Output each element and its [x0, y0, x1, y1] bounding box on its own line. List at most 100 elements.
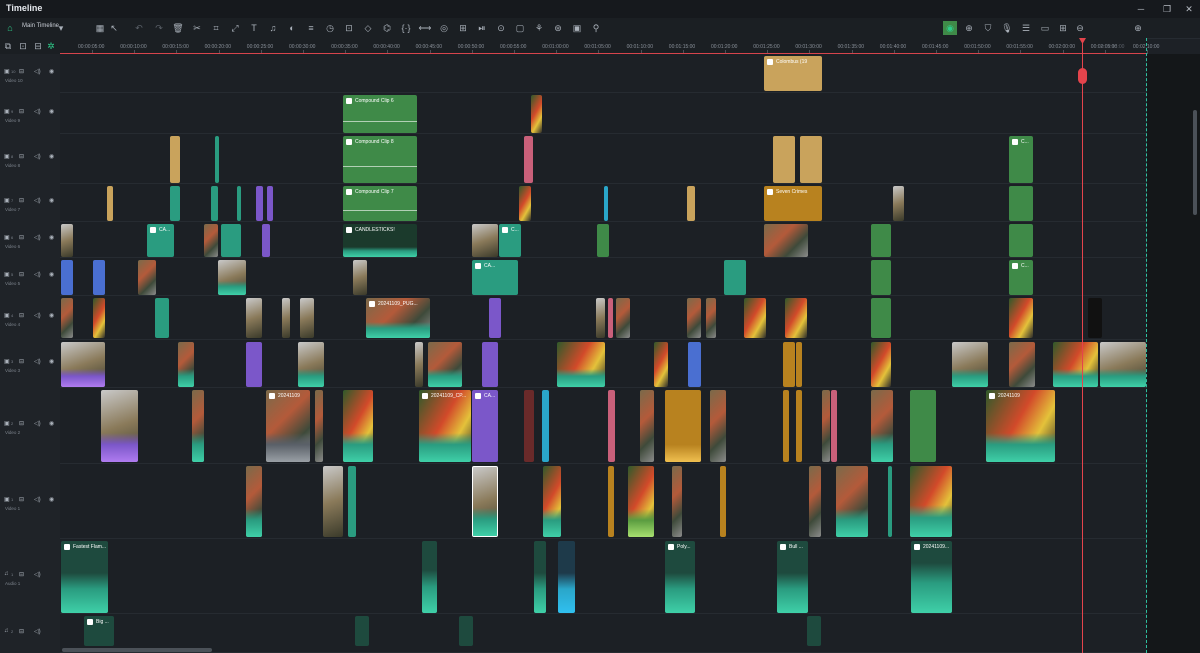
clip-thumbnail[interactable]	[672, 466, 682, 537]
clip-c[interactable]: C...	[499, 224, 521, 257]
video-lane[interactable]	[60, 464, 1147, 539]
clip-20241109-cp[interactable]: 20241109_CP...	[419, 390, 471, 462]
mask-icon[interactable]: ◎	[437, 21, 451, 35]
clip-orange[interactable]	[783, 390, 789, 462]
clip-bull[interactable]: Bull ...	[777, 541, 808, 613]
clip-gold[interactable]	[687, 186, 695, 221]
clip-thumbnail[interactable]	[744, 298, 766, 338]
video-track-icon[interactable]: ▣	[4, 271, 10, 278]
clip-teal[interactable]	[724, 260, 746, 295]
magnet-icon[interactable]: ✲	[44, 39, 58, 53]
clip-thumbnail[interactable]	[654, 342, 668, 387]
lock-icon[interactable]: ⊟	[19, 358, 24, 365]
volume-icon[interactable]: ◁)	[34, 153, 41, 160]
timeline-selector[interactable]: Main Timeline	[22, 23, 59, 29]
clip-thumbnail[interactable]	[315, 390, 323, 462]
clip-purple[interactable]	[267, 186, 273, 221]
clip-thumbnail[interactable]	[323, 466, 343, 537]
motion-icon[interactable]: ⊙	[494, 21, 508, 35]
transform-icon[interactable]: ⤢	[228, 21, 242, 35]
clip-dark-red[interactable]	[524, 390, 534, 462]
clip-thumbnail[interactable]	[138, 260, 156, 295]
layers-icon[interactable]: ☰	[1019, 21, 1033, 35]
volume-icon[interactable]: ◁)	[34, 420, 41, 427]
clip-thumbnail[interactable]	[93, 298, 105, 338]
eye-icon[interactable]: ◉	[49, 68, 54, 75]
clip-cyan[interactable]	[542, 390, 549, 462]
clip-20241109-pug[interactable]: 20241109_PUG...	[366, 298, 430, 338]
lock-icon[interactable]: ⊟	[19, 628, 24, 635]
clip-teal[interactable]	[211, 186, 218, 221]
minimize-icon[interactable]: ─	[1134, 2, 1148, 16]
clip-thumbnail[interactable]	[640, 390, 654, 462]
clip-teal[interactable]	[221, 224, 241, 257]
video-track-icon[interactable]: ▣	[4, 358, 10, 365]
clip-thumbnail[interactable]	[706, 298, 716, 338]
video-track-icon[interactable]: ▣	[4, 153, 10, 160]
eye-icon[interactable]: ◉	[49, 420, 54, 427]
clip-candlesticks[interactable]: CANDLESTICKS!	[343, 224, 417, 257]
clip-green[interactable]	[1009, 224, 1033, 257]
audio-lane[interactable]	[60, 614, 1147, 653]
audio-track-icon[interactable]: ♫	[4, 628, 9, 634]
clip-c[interactable]: C...	[1009, 136, 1033, 183]
clip-purple[interactable]	[246, 342, 262, 387]
clip-thumbnail[interactable]	[178, 342, 194, 387]
zoom-in-icon[interactable]: ⊕	[1131, 21, 1145, 35]
group-icon[interactable]: ⊞	[456, 21, 470, 35]
lock-icon[interactable]: ⊟	[19, 312, 24, 319]
freeze-icon[interactable]: ⊡	[342, 21, 356, 35]
clip-thumbnail[interactable]	[557, 342, 605, 387]
volume-icon[interactable]: ◁)	[34, 571, 41, 578]
clip-blue[interactable]	[61, 260, 73, 295]
clip-thumbnail[interactable]	[764, 224, 808, 257]
clip-thumbnail[interactable]	[519, 186, 531, 221]
audio-track-icon[interactable]: ♫	[4, 571, 9, 577]
crop-icon[interactable]: ⌗	[209, 21, 223, 35]
video-track-icon[interactable]: ▣	[4, 312, 10, 319]
link-tracks-icon[interactable]: ⊡	[16, 39, 30, 53]
split-icon[interactable]: {·}	[399, 21, 413, 35]
grid-icon[interactable]: ▦	[93, 21, 107, 35]
clip-thumbnail[interactable]	[952, 342, 988, 387]
volume-icon[interactable]: ◁)	[34, 628, 41, 635]
clip-selected[interactable]	[472, 466, 498, 537]
audio-clip[interactable]	[355, 616, 369, 646]
audio-clip[interactable]	[807, 616, 821, 646]
video-track-icon[interactable]: ▣	[4, 108, 10, 115]
eye-icon[interactable]: ◉	[49, 234, 54, 241]
eye-icon[interactable]: ◉	[49, 312, 54, 319]
clip-20241109[interactable]: 20241109	[266, 390, 310, 462]
clip-thumbnail[interactable]	[246, 466, 262, 537]
stabilize-icon[interactable]: ▢	[513, 21, 527, 35]
lock-icon[interactable]: ⊟	[19, 197, 24, 204]
clip-gold[interactable]	[107, 186, 113, 221]
clip-thumbnail[interactable]	[428, 342, 462, 387]
clip-thumbnail[interactable]	[192, 390, 204, 462]
clip-thumbnail[interactable]	[101, 390, 138, 462]
home-icon[interactable]: ⌂	[3, 21, 17, 35]
clip-thumbnail[interactable]	[61, 298, 73, 338]
delete-icon[interactable]: 🗑	[171, 21, 185, 35]
clip-gold[interactable]	[773, 136, 795, 183]
clip-thumbnail[interactable]	[531, 95, 542, 133]
lock-icon[interactable]: ⊟	[31, 39, 45, 53]
clip-thumbnail[interactable]	[616, 298, 630, 338]
clip-teal[interactable]	[237, 186, 241, 221]
maximize-icon[interactable]: ❐	[1160, 2, 1174, 16]
clip-orange[interactable]	[796, 390, 802, 462]
clip-compound-6[interactable]: Compound Clip 6	[343, 95, 417, 133]
redo-icon[interactable]: ↷	[152, 21, 166, 35]
clip-thumbnail[interactable]	[1009, 298, 1033, 338]
clip-thumbnail[interactable]	[596, 298, 605, 338]
clip-thumbnail[interactable]	[61, 224, 73, 257]
eye-icon[interactable]: ◉	[49, 358, 54, 365]
clip-seven-crimes[interactable]: Seven Crimes	[764, 186, 822, 221]
clip-pink[interactable]	[524, 136, 533, 183]
clip-teal[interactable]	[888, 466, 892, 537]
clip-orange[interactable]	[608, 466, 614, 537]
video-track-icon[interactable]: ▣	[4, 496, 10, 503]
vertical-scrollbar[interactable]	[1193, 110, 1197, 215]
effects-icon[interactable]: ⊛	[551, 21, 565, 35]
zoom-out-icon[interactable]: ⊖	[1073, 21, 1087, 35]
